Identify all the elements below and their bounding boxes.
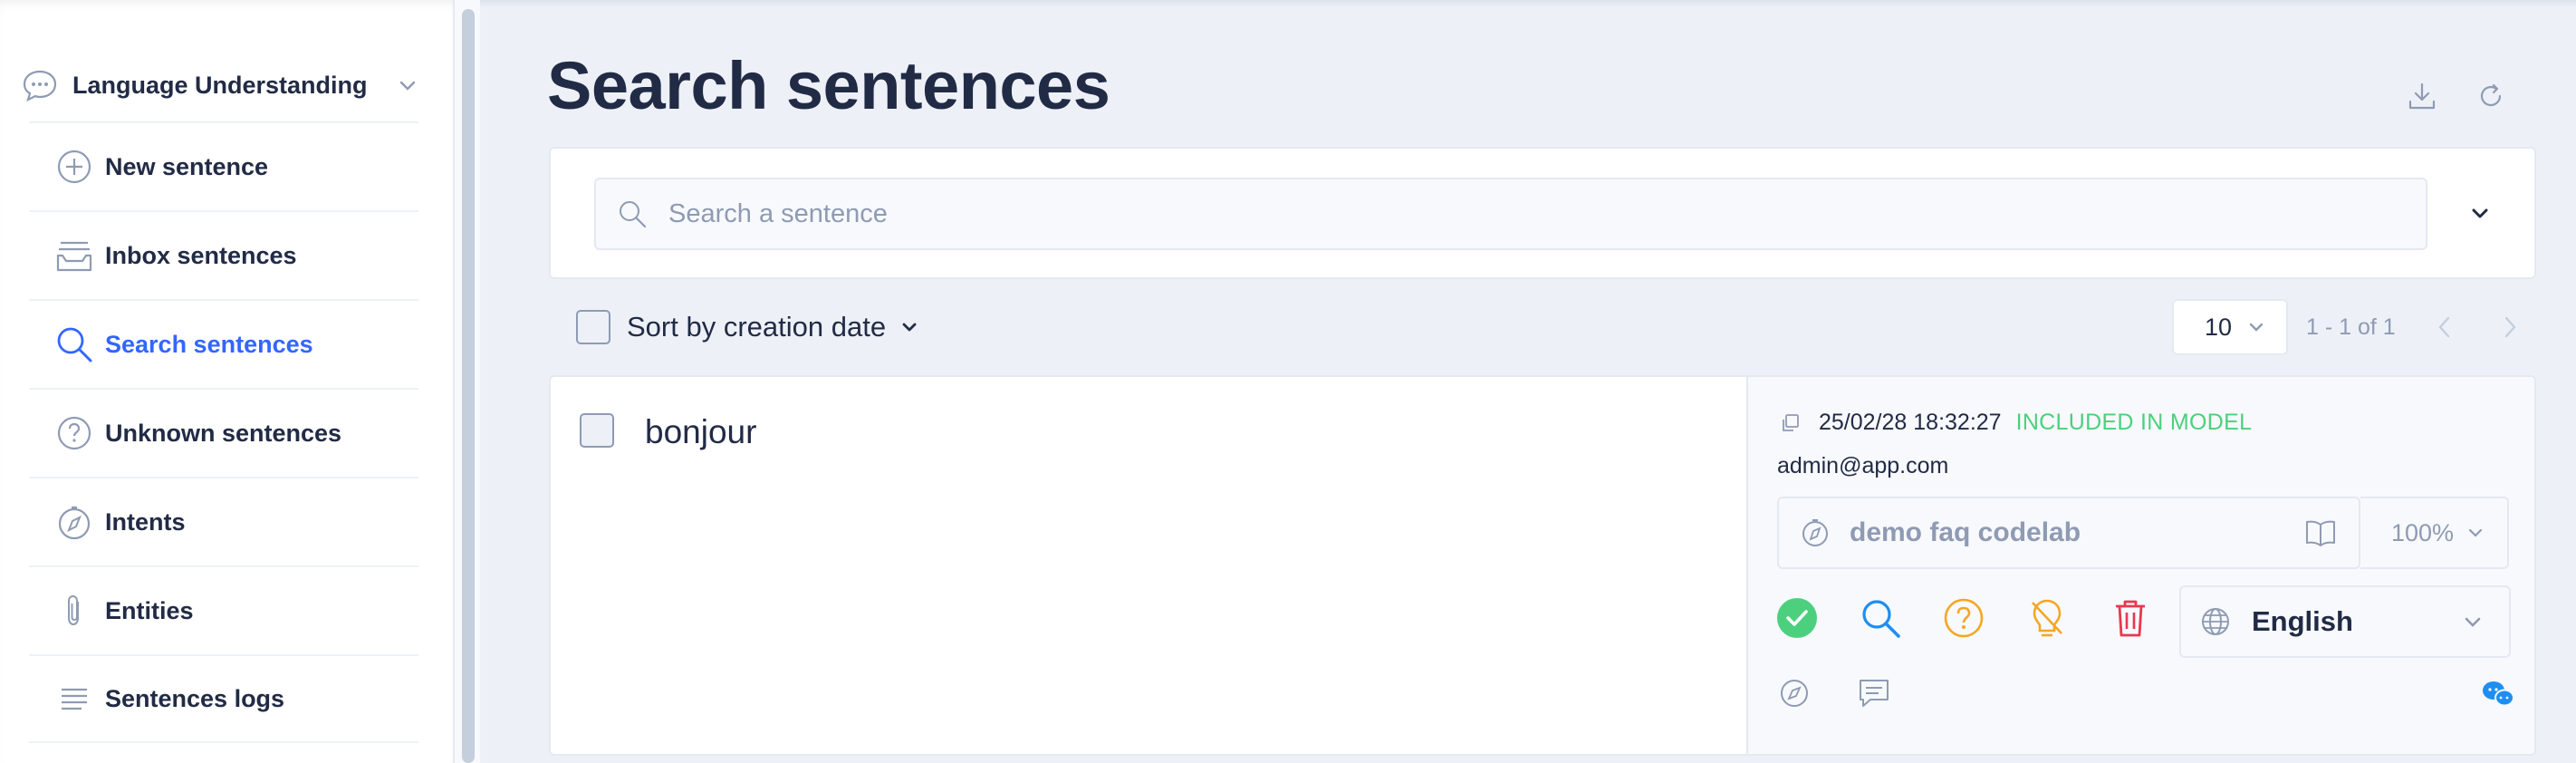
page-title: Search sentences xyxy=(547,48,1110,123)
sentence-checkbox[interactable] xyxy=(580,413,614,448)
sidebar-item-intents[interactable]: Intents xyxy=(29,477,418,565)
sentence-date: 25/02/28 18:32:27 xyxy=(1819,410,2002,435)
pagination-range: 1 - 1 of 1 xyxy=(2306,314,2396,340)
globe-icon xyxy=(2199,605,2232,638)
chevron-down-icon[interactable] xyxy=(897,314,922,340)
next-page-icon[interactable] xyxy=(2494,311,2526,343)
sentence-author: admin@app.com xyxy=(1777,453,1949,478)
inbox-icon xyxy=(54,236,94,275)
sidebar-item-sentences-logs[interactable]: Sentences logs xyxy=(29,654,418,743)
sidebar-item-label: Entities xyxy=(105,596,194,624)
sidebar-item-search-sentences[interactable]: Search sentences xyxy=(29,299,418,388)
validate-check-icon[interactable] xyxy=(1775,596,1819,640)
status-badge: INCLUDED IN MODEL xyxy=(2015,410,2253,435)
search-icon xyxy=(614,196,650,232)
sidebar-item-new-sentence[interactable]: New sentence xyxy=(29,121,418,210)
intent-label: demo faq codelab xyxy=(1850,517,2081,547)
sidebar-item-label: Unknown sentences xyxy=(105,419,342,447)
confidence-select[interactable]: 100% xyxy=(2360,497,2509,569)
sidebar: Language Understanding New sentence Inbo… xyxy=(0,0,453,763)
sentence-detail-panel: 25/02/28 18:32:27 INCLUDED IN MODEL admi… xyxy=(1746,377,2534,754)
sidebar-item-label: Inbox sentences xyxy=(105,241,297,269)
refresh-icon[interactable] xyxy=(2471,76,2511,116)
sidebar-menu: New sentence Inbox sentences Search sent… xyxy=(29,121,418,743)
sidebar-section-header[interactable]: Language Understanding xyxy=(22,49,420,121)
trash-icon[interactable] xyxy=(2109,596,2152,640)
chat-conversation-icon[interactable] xyxy=(2480,678,2516,710)
plus-circle-icon xyxy=(54,147,94,187)
list-icon xyxy=(54,679,94,719)
confidence-value: 100% xyxy=(2391,518,2455,546)
sidebar-item-unknown-sentences[interactable]: Unknown sentences xyxy=(29,388,418,477)
search-box xyxy=(594,178,2427,250)
previous-page-icon[interactable] xyxy=(2428,311,2461,343)
sentence-card: bonjour 25/02/28 18:32:27 INCLUDED IN MO… xyxy=(549,375,2536,756)
select-all-checkbox[interactable] xyxy=(576,310,610,344)
sort-bar: Sort by creation date xyxy=(576,306,922,348)
comment-icon[interactable] xyxy=(1857,676,1891,710)
sort-label[interactable]: Sort by creation date xyxy=(627,311,886,343)
sidebar-item-inbox-sentences[interactable]: Inbox sentences xyxy=(29,210,418,299)
search-input[interactable] xyxy=(668,187,2426,241)
sentence-text[interactable]: bonjour xyxy=(645,413,756,451)
compass-icon xyxy=(1799,517,1831,549)
chevron-down-icon xyxy=(2462,609,2487,634)
sidebar-scrollbar-thumb[interactable] xyxy=(462,9,475,763)
intent-select[interactable]: demo faq codelab xyxy=(1777,497,2360,569)
sidebar-item-label: Search sentences xyxy=(105,330,313,358)
search-icon xyxy=(54,324,94,364)
chevron-down-icon xyxy=(2246,316,2268,338)
sidebar-section-label: Language Understanding xyxy=(72,71,368,99)
search-card xyxy=(549,147,2536,279)
book-icon[interactable] xyxy=(2302,515,2339,551)
chat-bubble-icon xyxy=(22,67,58,103)
paperclip-icon xyxy=(54,591,94,631)
compass-icon xyxy=(54,502,94,542)
download-icon[interactable] xyxy=(2402,76,2442,116)
page-size-select[interactable]: 10 xyxy=(2172,299,2288,355)
sentence-footer-actions xyxy=(1777,676,1937,710)
copy-icon[interactable] xyxy=(1777,410,1802,436)
language-value: English xyxy=(2252,605,2353,637)
search-icon[interactable] xyxy=(1859,596,1902,640)
sidebar-item-entities[interactable]: Entities xyxy=(29,565,418,654)
language-select[interactable]: English xyxy=(2179,585,2511,658)
sentence-meta: 25/02/28 18:32:27 INCLUDED IN MODEL xyxy=(1777,410,2252,436)
chevron-down-icon xyxy=(395,72,420,98)
header-shadow xyxy=(480,0,2576,7)
sidebar-item-label: Intents xyxy=(105,507,186,536)
advanced-search-toggle-chevron-icon[interactable] xyxy=(2462,196,2498,232)
chevron-down-icon xyxy=(2466,523,2486,543)
sentence-actions xyxy=(1775,596,2192,640)
app-root: Language Understanding New sentence Inbo… xyxy=(0,0,2576,763)
unknown-question-icon[interactable] xyxy=(1942,596,1985,640)
page-size-value: 10 xyxy=(2205,313,2233,341)
bulb-off-icon[interactable] xyxy=(2025,596,2069,640)
question-circle-icon xyxy=(54,413,94,453)
compass-icon[interactable] xyxy=(1777,676,1812,710)
sidebar-item-label: Sentences logs xyxy=(105,684,285,712)
sidebar-item-label: New sentence xyxy=(105,152,269,180)
header-actions xyxy=(2402,76,2511,116)
pagination: 10 1 - 1 of 1 xyxy=(2172,299,2526,355)
